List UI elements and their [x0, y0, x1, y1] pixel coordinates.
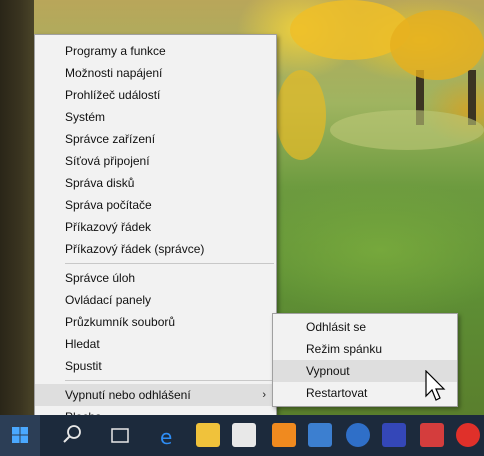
media-player-icon	[272, 423, 296, 447]
image-app-icon	[420, 423, 444, 447]
save-app-button[interactable]	[374, 415, 414, 456]
menu-item-task-manager[interactable]: Správce úloh	[35, 267, 276, 289]
task-view-icon	[111, 428, 129, 443]
edge-button[interactable]: e	[148, 415, 188, 456]
menu-separator	[65, 380, 274, 381]
chevron-right-icon: ›	[262, 389, 266, 401]
search-icon	[63, 425, 81, 443]
search-button[interactable]	[52, 415, 92, 456]
start-button[interactable]	[0, 415, 40, 456]
menu-item-search[interactable]: Hledat	[35, 333, 276, 355]
file-explorer-button[interactable]	[188, 415, 228, 456]
taskbar: e	[0, 415, 484, 456]
menu-item-label: Vypnutí nebo odhlášení	[65, 388, 191, 402]
menu-item-power-options[interactable]: Možnosti napájení	[35, 62, 276, 84]
menu-item-file-explorer[interactable]: Průzkumník souborů	[35, 311, 276, 333]
menu-item-event-viewer[interactable]: Prohlížeč událostí	[35, 84, 276, 106]
menu-item-network-connections[interactable]: Síťová připojení	[35, 150, 276, 172]
tree-trunk-left	[0, 0, 34, 415]
image-app-button[interactable]	[412, 415, 452, 456]
browser-button[interactable]	[338, 415, 378, 456]
winx-context-menu: Programy a funkce Možnosti napájení Proh…	[34, 34, 277, 431]
store-button[interactable]	[224, 415, 264, 456]
menu-item-system[interactable]: Systém	[35, 106, 276, 128]
st3-app-button[interactable]	[300, 415, 340, 456]
menu-item-programs-features[interactable]: Programy a funkce	[35, 40, 276, 62]
globe-icon	[346, 423, 370, 447]
submenu-item-sign-out[interactable]: Odhlásit se	[273, 316, 457, 338]
menu-item-shutdown-signout[interactable]: Vypnutí nebo odhlášení ›	[35, 384, 276, 406]
store-icon	[232, 423, 256, 447]
task-view-button[interactable]	[100, 415, 140, 456]
menu-item-computer-management[interactable]: Správa počítače	[35, 194, 276, 216]
save-disk-icon	[382, 423, 406, 447]
tree-trunk	[468, 70, 476, 125]
foliage	[390, 10, 484, 80]
menu-item-device-manager[interactable]: Správce zařízení	[35, 128, 276, 150]
recorder-button[interactable]	[448, 415, 484, 456]
menu-item-disk-management[interactable]: Správa disků	[35, 172, 276, 194]
menu-item-command-prompt[interactable]: Příkazový řádek	[35, 216, 276, 238]
foliage	[276, 70, 326, 160]
recorder-icon	[456, 423, 480, 447]
windows-start-icon	[12, 427, 28, 443]
menu-item-run[interactable]: Spustit	[35, 355, 276, 377]
menu-item-control-panel[interactable]: Ovládací panely	[35, 289, 276, 311]
menu-separator	[65, 263, 274, 264]
mouse-cursor-icon	[425, 370, 446, 401]
edge-icon: e	[160, 425, 172, 449]
svg-text:e: e	[160, 425, 172, 449]
submenu-item-sleep[interactable]: Režim spánku	[273, 338, 457, 360]
foliage	[330, 110, 484, 150]
st3-app-icon	[308, 423, 332, 447]
media-player-button[interactable]	[264, 415, 304, 456]
menu-item-command-prompt-admin[interactable]: Příkazový řádek (správce)	[35, 238, 276, 260]
file-explorer-icon	[196, 423, 220, 447]
